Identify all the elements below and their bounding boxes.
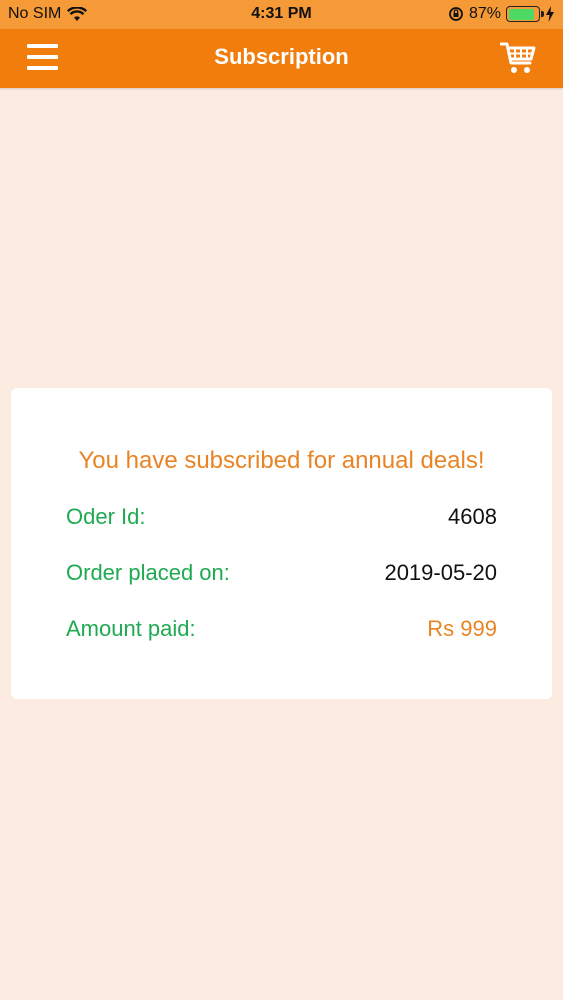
order-date-value: 2019-05-20 — [384, 560, 497, 585]
battery-icon — [506, 6, 544, 22]
orientation-lock-icon — [449, 7, 463, 21]
page-title: Subscription — [214, 44, 349, 69]
order-id-row: Oder Id: 4608 — [66, 504, 497, 534]
amount-paid-value: Rs 999 — [427, 616, 497, 641]
order-id-value: 4608 — [448, 504, 497, 529]
order-date-row: Order placed on: 2019-05-20 — [66, 560, 497, 590]
status-bar: No SIM 4:31 PM 87% — [0, 0, 563, 29]
status-right: 87% — [448, 5, 555, 23]
order-id-label: Oder Id: — [66, 504, 146, 529]
shopping-cart-icon[interactable] — [500, 41, 536, 75]
battery-percent: 87% — [468, 5, 501, 22]
amount-paid-label: Amount paid: — [66, 616, 196, 641]
subscription-heading: You have subscribed for annual deals! — [78, 447, 485, 474]
navigation-bar: Subscription — [0, 29, 563, 88]
amount-paid-row: Amount paid: Rs 999 — [66, 616, 497, 646]
subscription-card: You have subscribed for annual deals! Od… — [11, 388, 552, 699]
charging-bolt-icon — [546, 6, 554, 22]
order-date-label: Order placed on: — [66, 560, 230, 585]
